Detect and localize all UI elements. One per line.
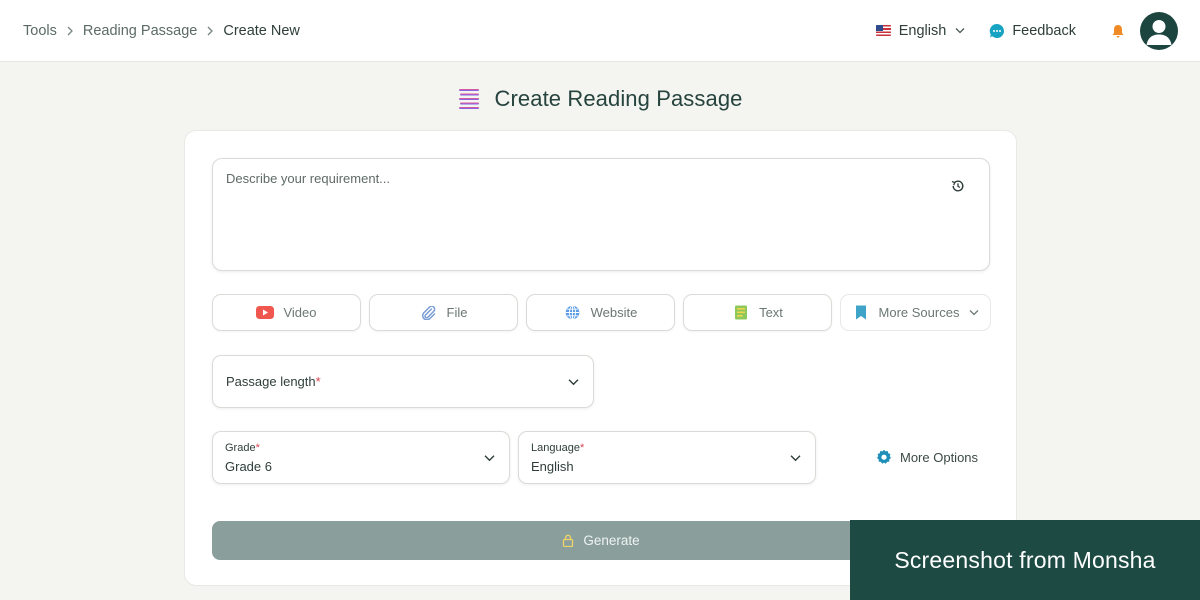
more-sources-label: More Sources (878, 305, 960, 320)
history-icon[interactable] (951, 179, 965, 193)
file-source-button[interactable]: File (369, 294, 518, 331)
language-select[interactable]: Language* English (518, 431, 816, 484)
chevron-down-icon (484, 454, 495, 461)
grade-label: Grade* (225, 442, 260, 454)
requirement-input[interactable] (226, 171, 926, 261)
breadcrumb-current: Create New (223, 22, 300, 39)
youtube-icon (256, 306, 275, 320)
chevron-down-icon (790, 454, 801, 461)
globe-icon (564, 305, 582, 320)
language-label: English (898, 22, 947, 39)
us-flag-icon (875, 25, 891, 36)
chevron-down-icon (955, 27, 965, 34)
required-marker: * (315, 374, 321, 389)
grade-select[interactable]: Grade* Grade 6 (212, 431, 510, 484)
source-buttons: Video File Website Text More Sources (212, 294, 999, 331)
chat-bubble-icon (990, 23, 1005, 38)
chevron-down-icon (969, 309, 979, 316)
website-source-button[interactable]: Website (526, 294, 675, 331)
required-marker: * (579, 442, 585, 454)
language-selector[interactable]: English (875, 22, 966, 39)
requirement-box (212, 158, 990, 271)
chevron-right-icon (66, 26, 74, 36)
page-header: Create Reading Passage (0, 86, 1200, 112)
more-options-label: More Options (900, 449, 979, 465)
header-actions: English Feedback (875, 11, 1178, 50)
video-source-button[interactable]: Video (212, 294, 361, 331)
watermark-text: Screenshot from Monsha (894, 546, 1156, 573)
text-source-button[interactable]: Text (683, 294, 832, 331)
create-passage-card: Video File Website Text More Sources (184, 130, 1017, 586)
website-source-label: Website (590, 305, 638, 320)
chevron-right-icon (206, 26, 214, 36)
language-field-label: Language* (531, 442, 585, 454)
gear-icon (877, 449, 891, 464)
lock-icon (562, 534, 574, 547)
required-marker: * (255, 442, 260, 454)
file-source-label: File (446, 305, 468, 320)
paperclip-icon (420, 305, 438, 320)
feedback-button[interactable]: Feedback (989, 23, 1076, 39)
language-value: English (531, 459, 574, 474)
text-lines-icon (459, 89, 480, 109)
feedback-label: Feedback (1012, 22, 1076, 39)
more-sources-dropdown[interactable]: More Sources (840, 294, 991, 331)
chevron-down-icon (568, 378, 579, 385)
watermark-banner: Screenshot from Monsha (850, 520, 1200, 600)
generate-label: Generate (583, 533, 640, 548)
top-bar: Tools Reading Passage Create New English… (0, 0, 1200, 62)
passage-length-label: Passage length* (226, 374, 321, 389)
bell-icon[interactable] (1110, 23, 1126, 39)
more-options-button[interactable]: More Options (876, 449, 978, 465)
grade-value: Grade 6 (225, 459, 272, 474)
passage-length-select[interactable]: Passage length* (212, 355, 594, 408)
user-icon (1146, 19, 1172, 45)
avatar[interactable] (1140, 11, 1178, 50)
breadcrumb-reading-passage[interactable]: Reading Passage (83, 23, 197, 39)
bookmark-icon (852, 305, 870, 320)
page-title: Create Reading Passage (494, 86, 743, 111)
breadcrumb: Tools Reading Passage Create New (23, 23, 300, 39)
text-document-icon (732, 305, 750, 320)
breadcrumb-tools[interactable]: Tools (23, 23, 57, 39)
video-source-label: Video (283, 305, 317, 320)
text-source-label: Text (759, 305, 783, 320)
